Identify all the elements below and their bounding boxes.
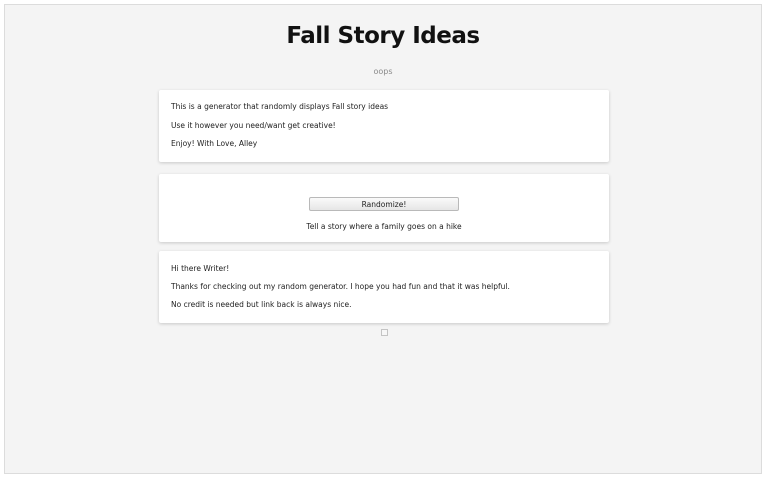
intro-card: This is a generator that randomly displa… <box>159 90 609 162</box>
intro-signature: Enjoy! With Love, Alley <box>171 139 258 148</box>
intro-text-line: Use it however you need/want get creativ… <box>171 121 336 130</box>
page-subtitle: oops <box>373 67 393 76</box>
page-title: Fall Story Ideas <box>286 23 480 49</box>
outro-card: Hi there Writer! Thanks for checking out… <box>159 251 609 323</box>
broken-image-icon <box>381 329 388 336</box>
generator-card: Randomize! Tell a story where a family g… <box>159 174 609 242</box>
outro-text-line: Thanks for checking out my random genera… <box>171 282 510 291</box>
page-frame: Fall Story Ideas oops This is a generato… <box>4 4 762 474</box>
outro-text-line: No credit is needed but link back is alw… <box>171 300 352 309</box>
story-idea-output: Tell a story where a family goes on a hi… <box>306 222 462 231</box>
outro-greeting: Hi there Writer! <box>171 264 230 273</box>
intro-text-line: This is a generator that randomly displa… <box>171 102 389 111</box>
randomize-button[interactable]: Randomize! <box>309 197 459 211</box>
